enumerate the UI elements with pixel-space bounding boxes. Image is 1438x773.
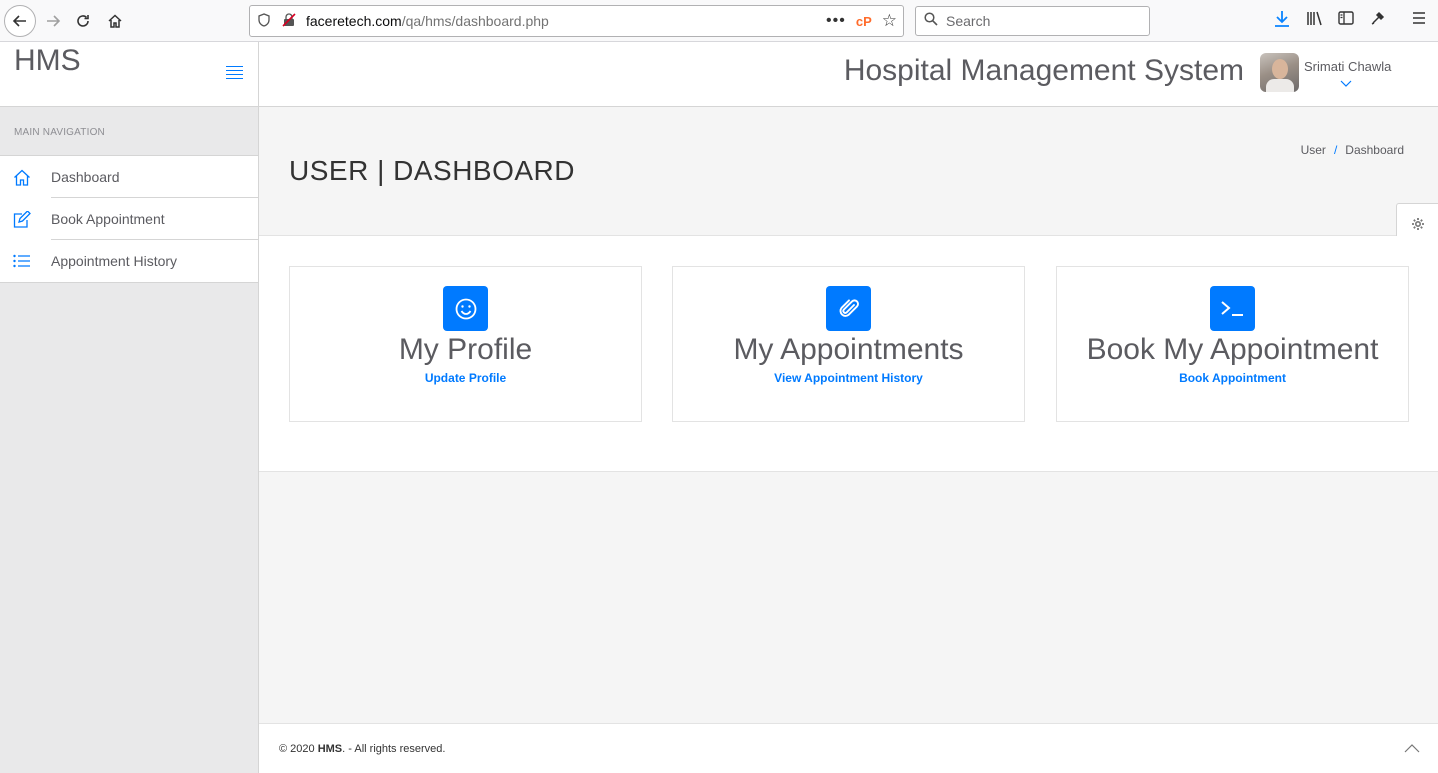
footer-copyright: © 2020 HMS. - All rights reserved. xyxy=(279,743,445,755)
card-my-profile: My Profile Update Profile xyxy=(289,266,642,422)
brand-logo[interactable]: HMS xyxy=(14,44,81,78)
breadcrumb-dashboard: Dashboard xyxy=(1345,143,1404,157)
url-bar[interactable]: faceretech.com/qa/hms/dashboard.php ••• … xyxy=(249,5,904,37)
card-title: Book My Appointment xyxy=(1086,333,1379,366)
edit-icon xyxy=(0,210,51,228)
url-text[interactable]: faceretech.com/qa/hms/dashboard.php xyxy=(306,13,826,29)
insecure-lock-icon[interactable] xyxy=(282,12,298,30)
card-title: My Appointments xyxy=(733,333,964,366)
shield-icon[interactable] xyxy=(258,12,274,30)
page-title: USER | DASHBOARD xyxy=(289,155,575,186)
paperclip-icon xyxy=(826,286,871,331)
app-sidebar: HMS MAIN NAVIGATION Dashboard Book Appoi… xyxy=(0,42,259,773)
home-icon xyxy=(0,169,51,186)
breadcrumb: User / Dashboard xyxy=(1300,143,1404,157)
forward-arrow-icon[interactable] xyxy=(38,6,68,36)
user-name[interactable]: Srimati Chawla xyxy=(1304,59,1391,74)
card-my-appointments: My Appointments View Appointment History xyxy=(672,266,1025,422)
page-title-area: USER | DASHBOARD User / Dashboard xyxy=(259,107,1438,236)
brand-area: HMS xyxy=(0,42,258,107)
sidebar-item-label: Dashboard xyxy=(51,156,258,198)
sidebar-item-label: Book Appointment xyxy=(51,198,258,240)
sidebar-item-dashboard[interactable]: Dashboard xyxy=(0,156,258,198)
footer-prefix: © 2020 xyxy=(279,743,318,755)
browser-toolbar: faceretech.com/qa/hms/dashboard.php ••• … xyxy=(0,0,1438,42)
url-path: /qa/hms/dashboard.php xyxy=(401,13,549,29)
reload-icon[interactable] xyxy=(68,6,98,36)
search-icon xyxy=(924,12,938,30)
download-icon[interactable] xyxy=(1274,10,1290,33)
page-actions-icon[interactable]: ••• xyxy=(826,12,846,30)
avatar[interactable] xyxy=(1260,53,1299,92)
view-appointment-history-link[interactable]: View Appointment History xyxy=(673,371,1024,385)
footer: © 2020 HMS. - All rights reserved. xyxy=(259,723,1438,773)
chevron-up-icon[interactable] xyxy=(1404,740,1420,756)
smile-icon xyxy=(443,286,488,331)
url-host: faceretech.com xyxy=(306,13,402,29)
cpanel-icon[interactable]: cP xyxy=(856,14,872,29)
chevron-down-icon[interactable] xyxy=(1340,77,1352,91)
footer-suffix: . - All rights reserved. xyxy=(342,743,446,755)
back-arrow-icon[interactable] xyxy=(4,5,36,37)
book-appointment-link[interactable]: Book Appointment xyxy=(1057,371,1408,385)
extension-icon[interactable] xyxy=(1370,10,1386,31)
library-icon[interactable] xyxy=(1306,10,1324,31)
card-book-my-appointment: Book My Appointment Book Appointment xyxy=(1056,266,1409,422)
sidebar-item-label: Appointment History xyxy=(51,253,178,269)
list-icon xyxy=(0,254,51,268)
breadcrumb-user[interactable]: User xyxy=(1301,143,1326,157)
browser-search-input[interactable]: Search xyxy=(915,6,1150,36)
sidebar-item-book-appointment[interactable]: Book Appointment xyxy=(0,198,258,240)
app-title: Hospital Management System xyxy=(843,54,1244,87)
terminal-icon xyxy=(1210,286,1255,331)
sidebar-toggle-icon[interactable] xyxy=(226,66,243,82)
bookmark-star-icon[interactable]: ☆ xyxy=(882,11,897,31)
update-profile-link[interactable]: Update Profile xyxy=(290,371,641,385)
search-placeholder: Search xyxy=(946,13,991,29)
nav-section-label: MAIN NAVIGATION xyxy=(0,107,258,156)
hamburger-menu-icon[interactable] xyxy=(1412,10,1426,30)
sidebar-toggle-icon[interactable] xyxy=(1338,10,1354,31)
footer-brand: HMS xyxy=(317,743,343,755)
top-header: Hospital Management System Srimati Chawl… xyxy=(259,42,1438,107)
sidebar-item-appointment-history[interactable]: Appointment History xyxy=(0,240,258,282)
dashboard-cards: My Profile Update Profile My Appointment… xyxy=(259,236,1438,472)
nav-list: Dashboard Book Appointment Appointment H… xyxy=(0,156,258,283)
card-title: My Profile xyxy=(398,333,533,366)
home-icon[interactable] xyxy=(100,6,130,36)
